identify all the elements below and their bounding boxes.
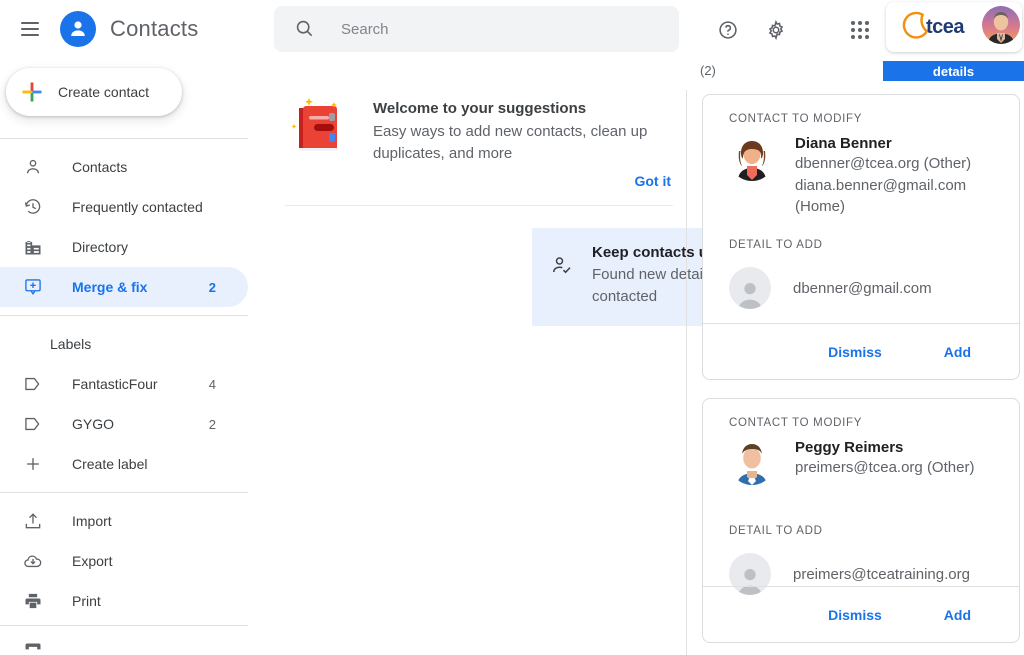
contact-row: Peggy Reimers preimers@tcea.org (Other) — [703, 439, 1019, 485]
details-badge-label: details — [932, 63, 975, 79]
label-tag-icon — [22, 413, 44, 435]
suggestion-card-diana-benner: CONTACT TO MODIFY Diana Benner dbenner@t… — [702, 94, 1020, 380]
sidebar-item-label: Import — [72, 513, 112, 529]
labels-section-header[interactable]: Labels — [0, 324, 250, 364]
peggy-reimers-avatar — [729, 439, 775, 485]
red-notebook-illustration — [285, 88, 357, 160]
sidebar-item-label: Export — [72, 553, 113, 569]
person-check-icon — [550, 254, 576, 283]
sidebar-label-gygo[interactable]: GYGO 2 — [0, 404, 248, 444]
contact-email: preimers@tcea.org (Other) — [795, 459, 975, 476]
sidebar-item-contacts[interactable]: Contacts — [0, 147, 248, 187]
plus-multicolor-icon — [20, 80, 44, 104]
contact-info: Diana Benner dbenner@tcea.org (Other) di… — [795, 135, 971, 217]
create-contact-label: Create contact — [58, 84, 150, 100]
overlay-count-note: (2) — [700, 63, 716, 78]
sidebar-item-label: Directory — [72, 239, 129, 255]
search-icon — [294, 18, 316, 40]
plus-icon — [22, 453, 44, 475]
import-upload-icon — [22, 510, 44, 532]
label-tag-icon — [22, 373, 44, 395]
user-profile-avatar[interactable] — [982, 6, 1020, 44]
sidebar-item-partial-bottom[interactable] — [0, 634, 248, 655]
welcome-subtitle: Easy ways to add new contacts, clean up … — [373, 123, 648, 162]
suggestion-card-peggy-reimers: CONTACT TO MODIFY Peggy Reimers preimers… — [702, 398, 1020, 643]
sidebar-item-create-label[interactable]: Create label — [0, 444, 248, 484]
hamburger-menu-icon[interactable] — [12, 11, 48, 47]
add-button[interactable]: Add — [944, 607, 971, 623]
sidebar-item-import[interactable]: Import — [0, 501, 248, 541]
sidebar-item-print[interactable]: Print — [0, 581, 248, 621]
sidebar-item-count: 2 — [208, 279, 216, 295]
sidebar-label-fantasticfour[interactable]: FantasticFour 4 — [0, 364, 248, 404]
history-clock-icon — [22, 196, 44, 218]
sidebar-label-count: 4 — [208, 376, 216, 392]
sidebar-item-label: Contacts — [72, 159, 128, 175]
card-actions: Dismiss Add — [703, 323, 1019, 379]
building-directory-icon — [22, 236, 44, 258]
detail-to-add-value: preimers@tceatraining.org — [793, 565, 970, 583]
contacts-app-window: Contacts Create contact Contacts Frequen… — [0, 0, 1024, 655]
gear-icon[interactable] — [756, 10, 796, 50]
dismiss-button[interactable]: Dismiss — [828, 344, 882, 360]
brand-bar: Contacts — [0, 0, 250, 58]
detail-to-add-label: DETAIL TO ADD — [729, 239, 823, 251]
contact-email: diana.benner@gmail.com (Home) — [795, 177, 967, 215]
search-bar[interactable] — [274, 6, 679, 52]
got-it-button[interactable]: Got it — [373, 173, 673, 189]
details-badge[interactable]: details — [883, 61, 1024, 81]
nav-divider-labels — [0, 315, 248, 316]
sidebar-item-label: Merge & fix — [72, 279, 148, 295]
nav-divider-top — [0, 138, 248, 139]
nav-divider-bottom — [0, 625, 248, 626]
sidebar-item-directory[interactable]: Directory — [0, 227, 248, 267]
sidebar-item-label: Print — [72, 593, 101, 609]
printer-icon — [22, 635, 44, 655]
detail-to-add-label: DETAIL TO ADD — [729, 525, 823, 537]
sidebar-label-name: GYGO — [72, 416, 115, 432]
welcome-title: Welcome to your suggestions — [373, 100, 587, 117]
sidebar-item-label: Create label — [72, 456, 148, 472]
create-contact-button[interactable]: Create contact — [6, 68, 182, 116]
detail-to-add-value: dbenner@gmail.com — [793, 279, 932, 297]
left-sidebar: Contacts Create contact Contacts Frequen… — [0, 0, 250, 655]
diana-benner-avatar — [729, 135, 775, 181]
detail-to-add-row: dbenner@gmail.com — [703, 267, 1019, 309]
export-cloud-download-icon — [22, 550, 44, 572]
tcea-logo-text: tcea — [926, 15, 965, 38]
welcome-text-block: Welcome to your suggestions Easy ways to… — [373, 88, 673, 189]
merge-fix-icon — [22, 276, 44, 298]
labels-section-label: Labels — [50, 336, 92, 352]
placeholder-avatar-icon — [729, 267, 771, 309]
contact-info: Peggy Reimers preimers@tcea.org (Other) — [795, 439, 974, 485]
contact-name: Diana Benner — [795, 135, 892, 152]
sidebar-label-name: FantasticFour — [72, 376, 158, 392]
detail-panel-column: tcea (2) details CONTACT TO MODIFY Diana… — [686, 0, 1024, 655]
contact-row: Diana Benner dbenner@tcea.org (Other) di… — [703, 135, 1019, 217]
sidebar-label-count: 2 — [208, 416, 216, 432]
dismiss-button[interactable]: Dismiss — [828, 607, 882, 623]
person-outline-icon — [22, 156, 44, 178]
apps-grid-icon[interactable] — [840, 10, 880, 50]
nav-divider-tools — [0, 492, 248, 493]
contact-to-modify-label: CONTACT TO MODIFY — [729, 113, 863, 125]
sidebar-item-export[interactable]: Export — [0, 541, 248, 581]
contact-to-modify-label: CONTACT TO MODIFY — [729, 417, 863, 429]
sidebar-item-label: Frequently contacted — [72, 199, 203, 215]
card-actions: Dismiss Add — [703, 586, 1019, 642]
contact-name: Peggy Reimers — [795, 439, 904, 456]
search-input[interactable] — [341, 20, 641, 38]
contact-email: dbenner@tcea.org (Other) — [795, 155, 972, 172]
sidebar-item-frequently-contacted[interactable]: Frequently contacted — [0, 187, 248, 227]
add-button[interactable]: Add — [944, 344, 971, 360]
welcome-suggestion-card: Welcome to your suggestions Easy ways to… — [285, 88, 673, 206]
contacts-person-logo-icon — [60, 11, 96, 47]
sidebar-item-merge-and-fix[interactable]: Merge & fix 2 — [0, 267, 248, 307]
suggestions-column: Welcome to your suggestions Easy ways to… — [250, 0, 912, 655]
header-icon-group — [708, 10, 880, 50]
page-title: Contacts — [110, 16, 199, 41]
printer-icon — [22, 590, 44, 612]
primary-nav: Contacts Frequently contacted Directory … — [0, 138, 250, 655]
help-question-icon[interactable] — [708, 10, 748, 50]
